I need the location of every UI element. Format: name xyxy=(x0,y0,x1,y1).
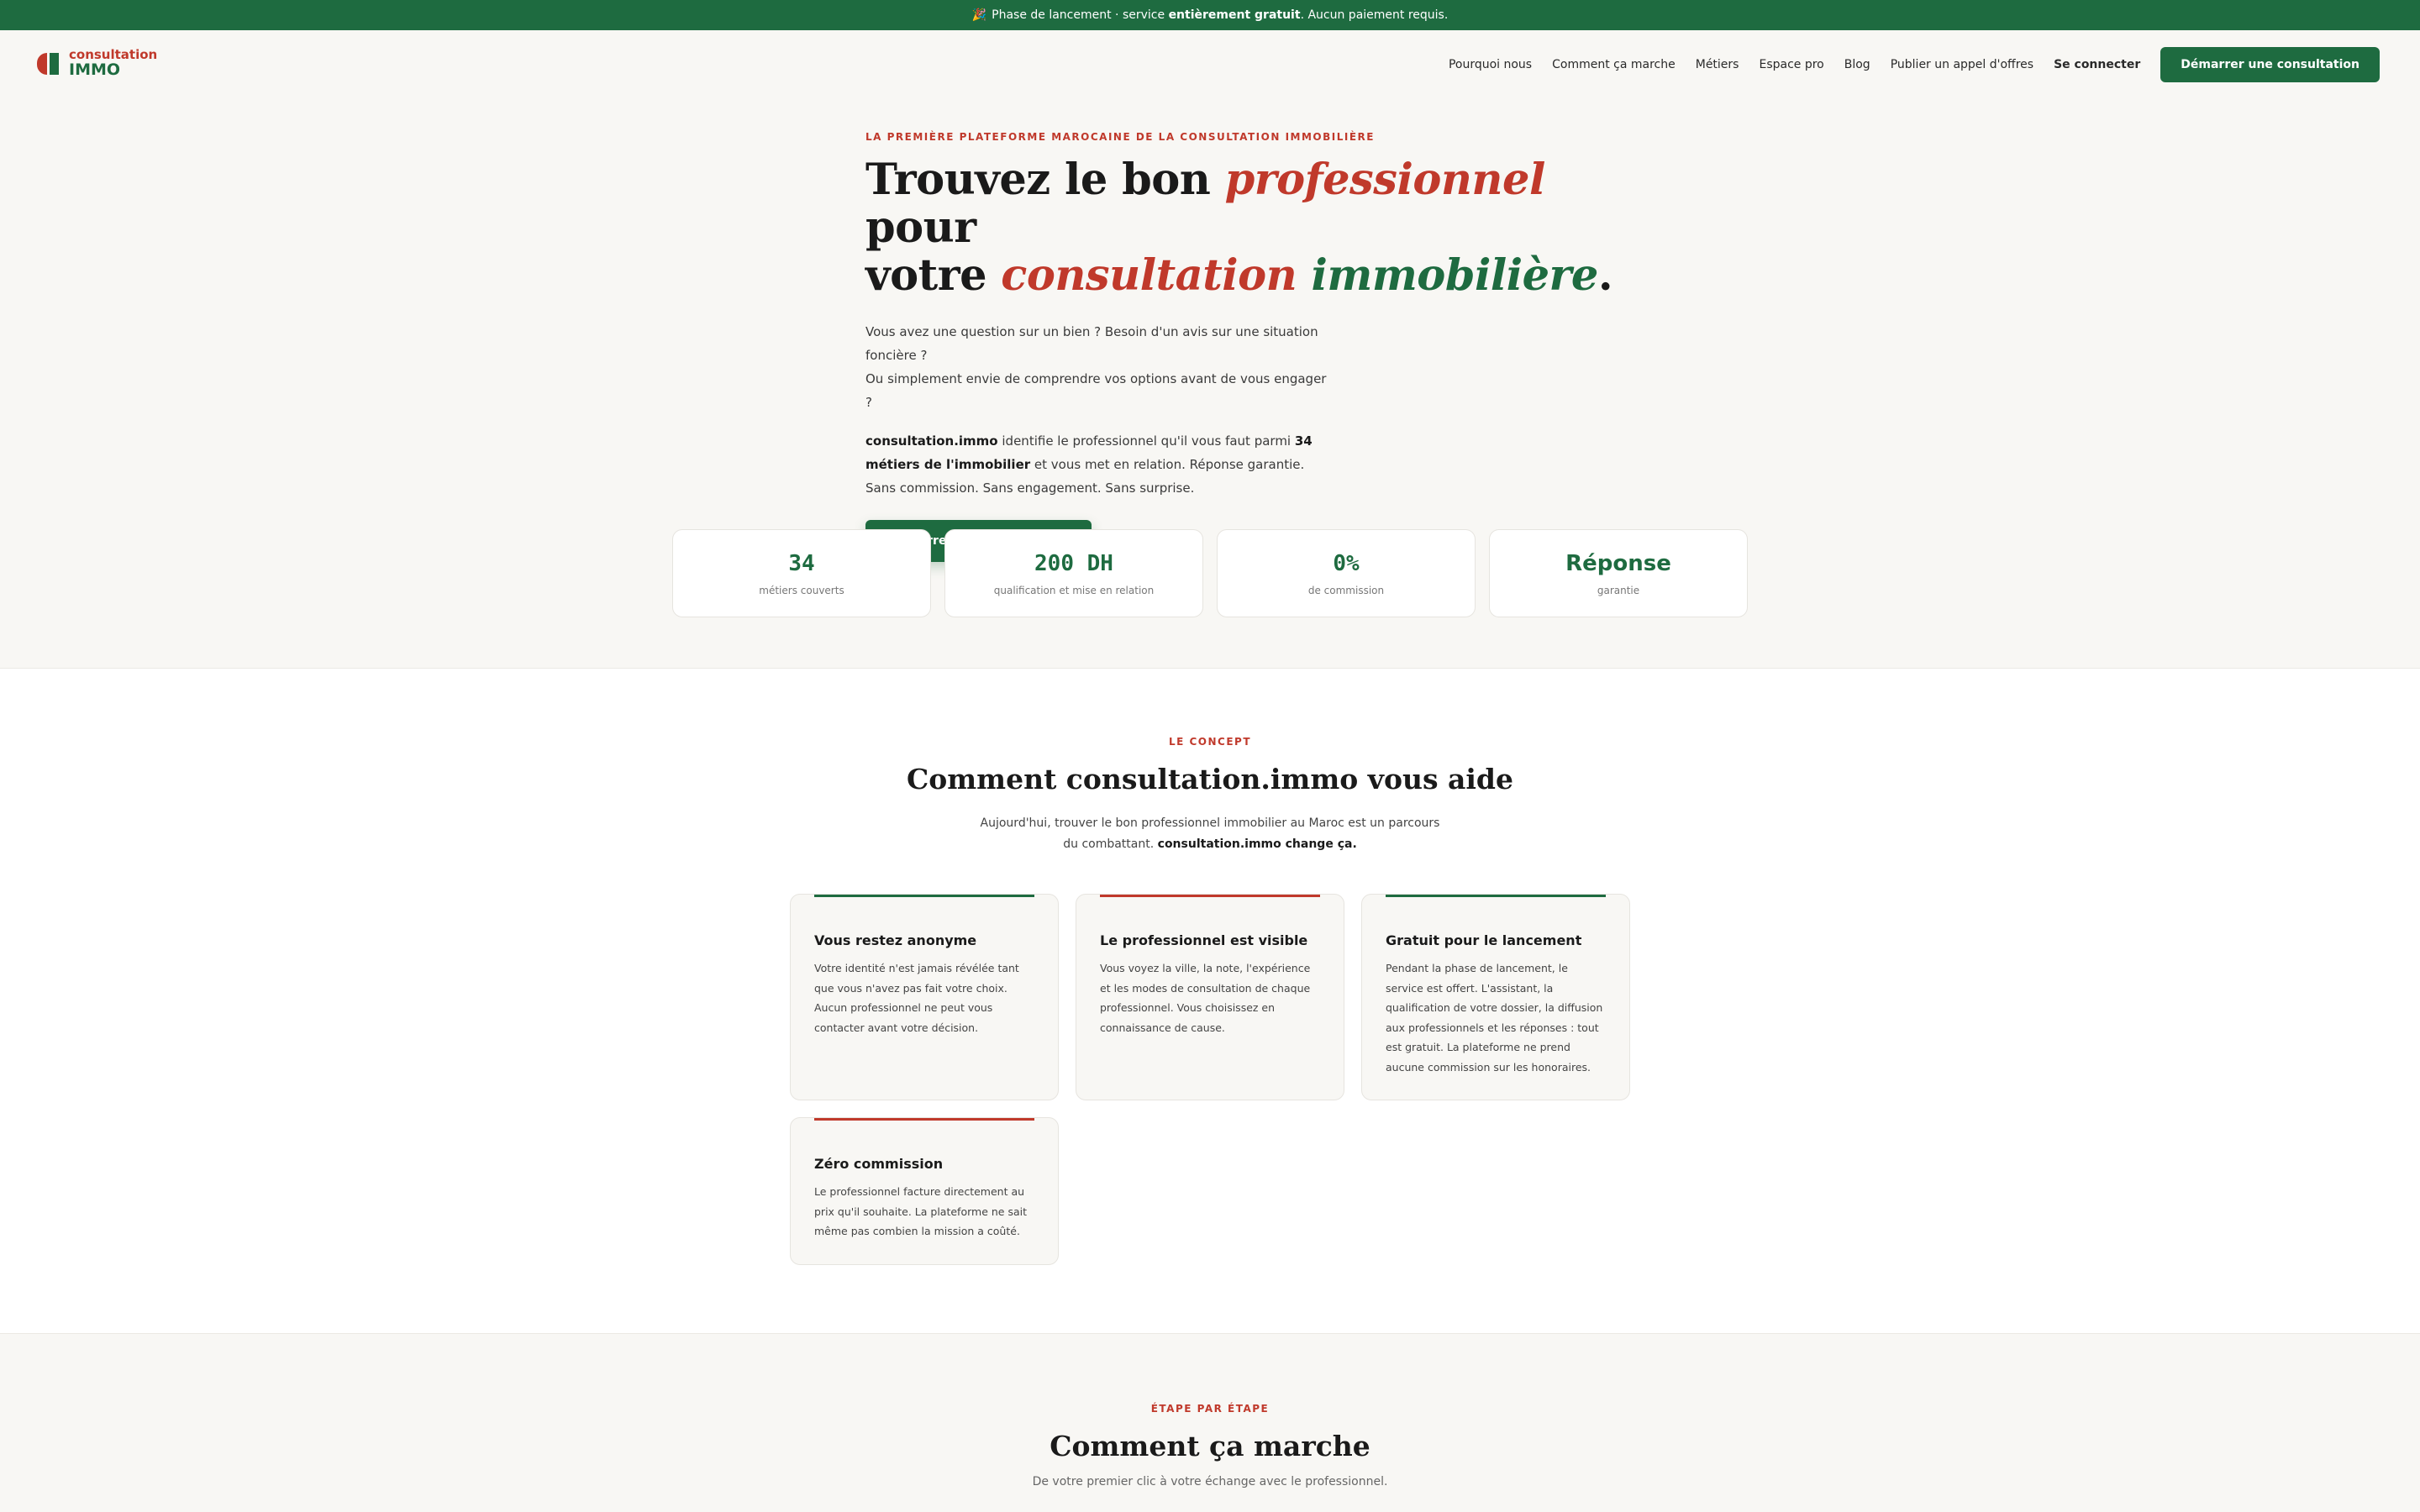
steps-title: Comment ça marche xyxy=(1050,1430,1370,1462)
nav-link-metiers[interactable]: Métiers xyxy=(1696,58,1739,71)
stat-card: 0% de commission xyxy=(1217,529,1476,617)
stat-card: 34 métiers couverts xyxy=(672,529,931,617)
concept-section: LE CONCEPT Comment consultation.immo vou… xyxy=(0,668,2420,1334)
card-title: Gratuit pour le lancement xyxy=(1386,932,1582,948)
concept-eyebrow: LE CONCEPT xyxy=(1168,736,1252,748)
hero-eyebrow: LA PREMIÈRE PLATEFORME MAROCAINE DE LA C… xyxy=(865,131,1375,143)
hero-intro: Vous avez une question sur un bien ? Bes… xyxy=(865,324,1327,410)
feature-card-visible: Le professionnel est visible Vous voyez … xyxy=(1076,894,1344,1100)
nav-link-comment-ca-marche[interactable]: Comment ça marche xyxy=(1552,58,1676,71)
stat-value: Réponse xyxy=(1565,550,1671,576)
stat-card: Réponse garantie xyxy=(1489,529,1748,617)
feature-card-zero-commission: Zéro commission Le professionnel facture… xyxy=(790,1117,1059,1265)
card-title: Zéro commission xyxy=(814,1156,944,1172)
logo-text: consultation IMMO xyxy=(69,47,158,79)
steps-eyebrow: ÉTAPE PAR ÉTAPE xyxy=(1150,1403,1270,1415)
nav-link-publier-appel-offres[interactable]: Publier un appel d'offres xyxy=(1891,58,2033,71)
top-navigation: consultation IMMO Pourquoi nous Comment … xyxy=(0,30,2420,97)
steps-lead: De votre premier clic à votre échange av… xyxy=(1032,1475,1388,1488)
card-title: Vous restez anonyme xyxy=(814,932,977,948)
nav-link-pourquoi-nous[interactable]: Pourquoi nous xyxy=(1449,58,1532,71)
stat-value: 34 xyxy=(788,550,815,576)
stat-label: qualification et mise en relation xyxy=(993,584,1155,596)
nav-link-espace-pro[interactable]: Espace pro xyxy=(1759,58,1823,71)
card-text: Vous voyez la ville, la note, l'expérien… xyxy=(1100,962,1311,1034)
party-icon: 🎉 xyxy=(971,8,987,22)
card-title: Le professionnel est visible xyxy=(1100,932,1308,948)
card-accent-bar xyxy=(1100,895,1320,897)
card-text: Votre identité n'est jamais révélée tant… xyxy=(814,962,1019,1034)
announcement-banner: 🎉 Phase de lancement · service entièreme… xyxy=(0,0,2420,30)
nav-link-blog[interactable]: Blog xyxy=(1844,58,1870,71)
stats-row: 34 métiers couverts 200 DH qualification… xyxy=(672,529,1748,617)
stat-label: garantie xyxy=(1597,584,1640,596)
stat-value: 0% xyxy=(1333,550,1360,576)
feature-card-free: Gratuit pour le lancement Pendant la pha… xyxy=(1361,894,1630,1100)
stat-label: de commission xyxy=(1307,584,1385,596)
stat-card: 200 DH qualification et mise en relation xyxy=(944,529,1203,617)
card-accent-bar xyxy=(1386,895,1606,897)
concept-lead: Aujourd'hui, trouver le bon professionne… xyxy=(980,816,1440,851)
nav-links: Pourquoi nous Comment ça marche Métiers … xyxy=(1449,47,2380,82)
hero-section: LA PREMIÈRE PLATEFORME MAROCAINE DE LA C… xyxy=(865,131,1622,562)
hero-title: Trouvez le bon professionnel pour votre … xyxy=(865,155,1613,301)
hero-description: consultation.immo identifie le professio… xyxy=(865,433,1313,496)
banner-text: Phase de lancement · service entièrement… xyxy=(992,8,1449,22)
stat-label: métiers couverts xyxy=(759,584,844,596)
concept-title: Comment consultation.immo vous aide xyxy=(906,763,1514,795)
card-accent-bar xyxy=(814,1118,1034,1121)
logo[interactable]: consultation IMMO xyxy=(37,49,157,78)
start-consultation-button[interactable]: Démarrer une consultation xyxy=(2160,47,2380,82)
card-text: Le professionnel facture directement au … xyxy=(814,1185,1028,1237)
card-accent-bar xyxy=(814,895,1034,897)
logo-mark-icon xyxy=(37,52,59,75)
steps-section: ÉTAPE PAR ÉTAPE Comment ça marche De vot… xyxy=(0,1334,2420,1512)
login-link[interactable]: Se connecter xyxy=(2054,58,2140,71)
card-text: Pendant la phase de lancement, le servic… xyxy=(1386,962,1603,1074)
stat-value: 200 DH xyxy=(1034,550,1113,576)
feature-card-anonymous: Vous restez anonyme Votre identité n'est… xyxy=(790,894,1059,1100)
